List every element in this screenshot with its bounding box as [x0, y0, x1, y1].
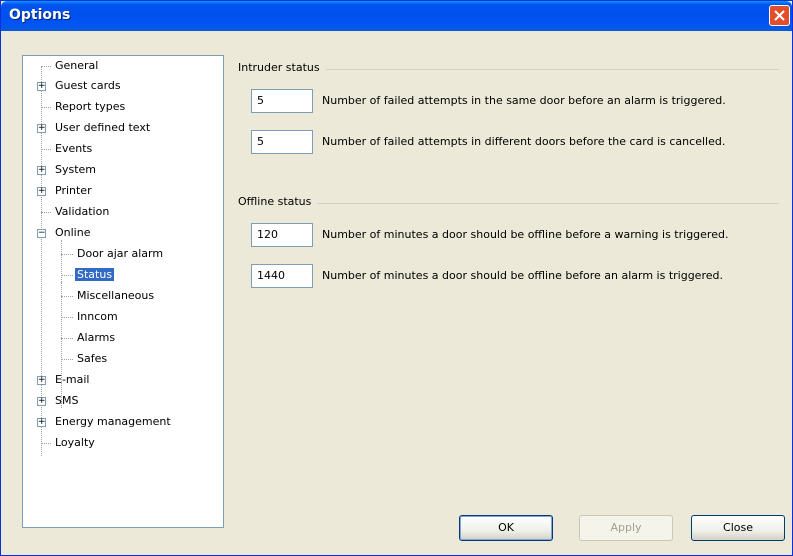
tree-item-user-defined-text[interactable]: User defined text: [53, 119, 152, 137]
tree-item-door-ajar-alarm[interactable]: Door ajar alarm: [75, 245, 165, 263]
tree-item-alarms[interactable]: Alarms: [75, 329, 117, 347]
tree-item-label: Validation: [55, 205, 110, 218]
tree-item-printer[interactable]: Printer: [53, 182, 94, 200]
different-doors-attempts-input[interactable]: 5: [251, 130, 313, 154]
options-tree[interactable]: General + Guest cards Report types + Use…: [22, 55, 224, 528]
offline-warning-minutes-input[interactable]: 120: [251, 223, 313, 247]
expand-icon[interactable]: +: [37, 397, 46, 406]
offline-group-title: Offline status: [238, 195, 318, 208]
tree-item-label: Inncom: [77, 310, 118, 323]
tree-item-label: Safes: [77, 352, 108, 365]
window-close-button[interactable]: [769, 5, 790, 26]
tree-item-label: User defined text: [55, 121, 151, 134]
same-door-attempts-input[interactable]: 5: [251, 89, 313, 113]
offline-group-line: [239, 203, 779, 204]
close-icon: [774, 10, 785, 21]
tree-item-label: Alarms: [77, 331, 116, 344]
tree-item-label: System: [55, 163, 97, 176]
same-door-attempts-label: Number of failed attempts in the same do…: [322, 94, 726, 107]
options-window: Options General + Guest cards Report typ…: [0, 0, 793, 556]
tree-item-online[interactable]: Online: [53, 224, 92, 242]
different-doors-attempts-label: Number of failed attempts in different d…: [322, 135, 726, 148]
collapse-icon[interactable]: −: [37, 229, 46, 238]
tree-item-label: Report types: [55, 100, 126, 113]
tree-item-status[interactable]: Status: [75, 266, 115, 284]
expand-icon[interactable]: +: [37, 187, 46, 196]
tree-item-label: Printer: [55, 184, 92, 197]
tree-item-label: Door ajar alarm: [77, 247, 164, 260]
close-button[interactable]: Close: [691, 515, 785, 541]
tree-item-validation[interactable]: Validation: [53, 203, 111, 221]
tree-item-label: Miscellaneous: [77, 289, 155, 302]
tree-item-label: Events: [55, 142, 93, 155]
tree-item-label: SMS: [55, 394, 79, 407]
tree-item-general[interactable]: General: [53, 57, 100, 75]
title-bar[interactable]: Options: [1, 1, 792, 31]
expand-icon[interactable]: +: [37, 166, 46, 175]
dialog-client: General + Guest cards Report types + Use…: [4, 31, 789, 553]
tree-item-label: Online: [55, 226, 91, 239]
apply-button[interactable]: Apply: [579, 515, 673, 541]
tree-item-label: Loyalty: [55, 436, 95, 449]
expand-icon[interactable]: +: [37, 418, 46, 427]
ok-button[interactable]: OK: [459, 515, 553, 541]
tree-item-label: Guest cards: [55, 79, 121, 92]
tree-item-sms[interactable]: SMS: [53, 392, 80, 410]
tree-item-energy-management[interactable]: Energy management: [53, 413, 173, 431]
tree-item-safes[interactable]: Safes: [75, 350, 109, 368]
tree-item-label: General: [55, 59, 99, 72]
tree-item-loyalty[interactable]: Loyalty: [53, 434, 97, 452]
expand-icon[interactable]: +: [37, 82, 46, 91]
offline-alarm-minutes-label: Number of minutes a door should be offli…: [322, 269, 723, 282]
offline-warning-minutes-label: Number of minutes a door should be offli…: [322, 228, 729, 241]
expand-icon[interactable]: +: [37, 124, 46, 133]
tree-item-guest-cards[interactable]: Guest cards: [53, 77, 123, 95]
tree-item-email[interactable]: E-mail: [53, 371, 92, 389]
expand-icon[interactable]: +: [37, 376, 46, 385]
tree-item-miscellaneous[interactable]: Miscellaneous: [75, 287, 156, 305]
intruder-group-title: Intruder status: [238, 61, 326, 74]
tree-item-system[interactable]: System: [53, 161, 98, 179]
tree-item-label: Status: [75, 268, 115, 281]
tree-item-inncom[interactable]: Inncom: [75, 308, 120, 326]
tree-item-events[interactable]: Events: [53, 140, 94, 158]
tree-item-report-types[interactable]: Report types: [53, 98, 127, 116]
window-title: Options: [9, 7, 71, 23]
tree-item-label: Energy management: [55, 415, 171, 428]
tree-item-label: E-mail: [55, 373, 90, 386]
offline-alarm-minutes-input[interactable]: 1440: [251, 264, 313, 288]
